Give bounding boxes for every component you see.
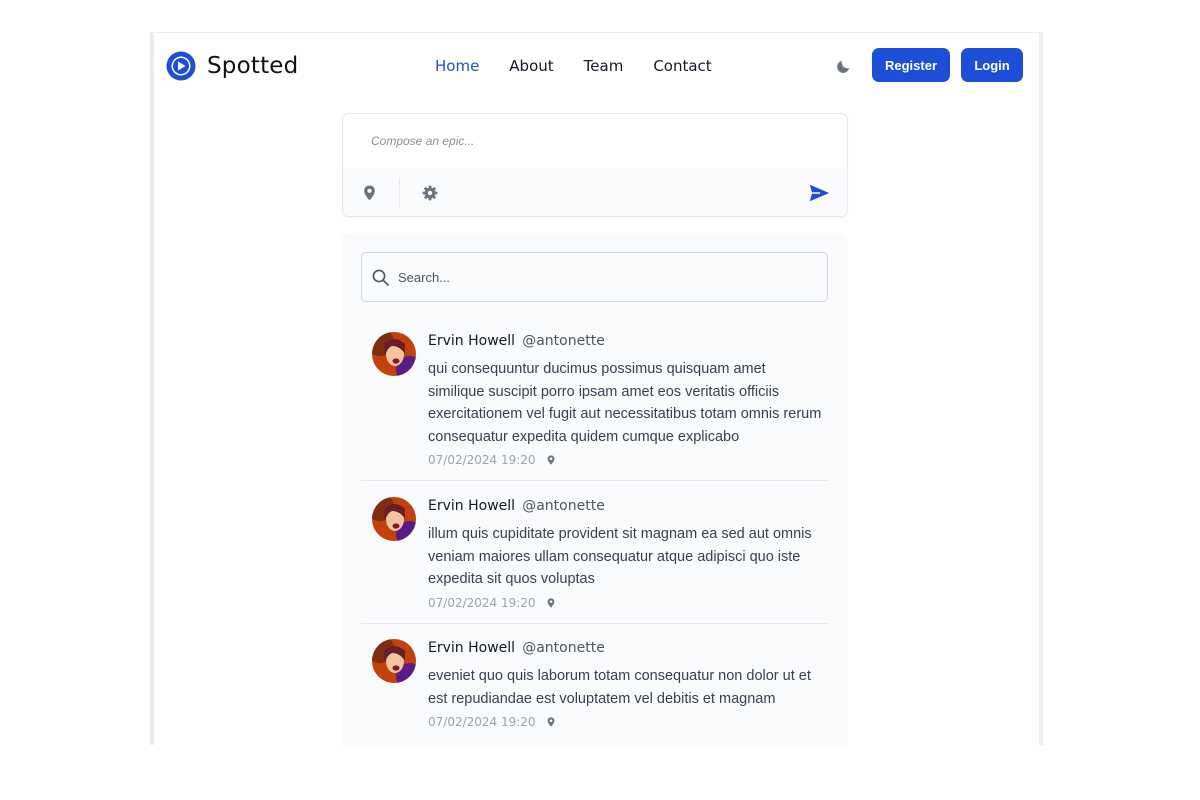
- post-meta: 07/02/2024 19:20: [428, 453, 823, 467]
- post-location-button[interactable]: [547, 716, 557, 728]
- post-body: Ervin Howell @antonette qui consequuntur…: [428, 332, 823, 467]
- post-item[interactable]: Ervin Howell @antonette qui consequuntur…: [361, 332, 828, 480]
- main-nav: Home About Team Contact: [435, 57, 742, 75]
- play-circle-icon: [166, 51, 196, 81]
- theme-toggle-button[interactable]: [833, 54, 855, 76]
- nav-link-about[interactable]: About: [509, 57, 553, 75]
- nav-link-contact[interactable]: Contact: [653, 57, 711, 75]
- post-body: Ervin Howell @antonette illum quis cupid…: [428, 497, 823, 610]
- search-icon: [372, 269, 389, 286]
- login-button[interactable]: Login: [961, 48, 1023, 82]
- post-meta: 07/02/2024 19:20: [428, 715, 823, 729]
- avatar[interactable]: [372, 332, 416, 376]
- avatar[interactable]: [372, 497, 416, 541]
- compose-input[interactable]: [343, 114, 847, 168]
- register-button[interactable]: Register: [872, 48, 950, 82]
- avatar-image: [372, 332, 416, 376]
- nav-link-home[interactable]: Home: [435, 57, 479, 75]
- app-frame: Spotted Home About Team Contact Register…: [150, 32, 1043, 745]
- post-meta: 07/02/2024 19:20: [428, 596, 823, 610]
- brand-name: Spotted: [207, 53, 299, 79]
- avatar[interactable]: [372, 639, 416, 683]
- post-author-handle[interactable]: @antonette: [522, 498, 605, 514]
- navbar: Spotted Home About Team Contact Register…: [154, 33, 1039, 101]
- post-settings-button[interactable]: [419, 182, 441, 204]
- composer-toolbar: [343, 168, 847, 216]
- post-body: Ervin Howell @antonette eveniet quo quis…: [428, 639, 823, 729]
- post-header: Ervin Howell @antonette: [428, 332, 823, 350]
- map-pin-icon: [547, 597, 554, 608]
- post-item[interactable]: Ervin Howell @antonette illum quis cupid…: [361, 497, 828, 622]
- brand[interactable]: Spotted: [166, 51, 298, 81]
- search-box: [361, 252, 828, 302]
- post-author-name[interactable]: Ervin Howell: [428, 333, 515, 349]
- send-button[interactable]: [808, 182, 830, 204]
- map-pin-icon: [547, 455, 554, 465]
- gear-icon: [422, 185, 438, 201]
- post-location-button[interactable]: [547, 454, 557, 466]
- post-text: qui consequuntur ducimus possimus quisqu…: [428, 361, 822, 445]
- post-item[interactable]: Ervin Howell @antonette eveniet quo quis…: [361, 639, 828, 739]
- post-author-name[interactable]: Ervin Howell: [428, 498, 515, 514]
- add-location-button[interactable]: [358, 182, 380, 204]
- paper-plane-icon: [809, 184, 829, 202]
- post-text: eveniet quo quis laborum totam consequat…: [428, 668, 811, 707]
- avatar-image: [372, 639, 416, 683]
- avatar-image: [372, 497, 416, 541]
- post-author-name[interactable]: Ervin Howell: [428, 640, 515, 656]
- toolbar-divider: [399, 178, 400, 208]
- search-input[interactable]: [398, 253, 818, 301]
- post-divider: [361, 480, 828, 481]
- feed: Ervin Howell @antonette qui consequuntur…: [342, 233, 848, 745]
- post-header: Ervin Howell @antonette: [428, 639, 823, 657]
- composer: [342, 113, 848, 217]
- nav-actions: Register Login: [833, 48, 1023, 82]
- map-pin-icon: [547, 717, 554, 727]
- moon-icon: [836, 60, 849, 73]
- post-timestamp: 07/02/2024 19:20: [428, 715, 536, 729]
- post-author-handle[interactable]: @antonette: [522, 333, 605, 349]
- nav-link-team[interactable]: Team: [584, 57, 624, 75]
- post-location-button[interactable]: [547, 597, 557, 609]
- post-header: Ervin Howell @antonette: [428, 497, 823, 515]
- post-timestamp: 07/02/2024 19:20: [428, 453, 536, 467]
- post-text: illum quis cupiditate provident sit magn…: [428, 526, 812, 587]
- post-timestamp: 07/02/2024 19:20: [428, 595, 536, 610]
- post-divider: [361, 623, 828, 624]
- post-author-handle[interactable]: @antonette: [522, 640, 605, 656]
- map-pin-icon: [363, 185, 375, 201]
